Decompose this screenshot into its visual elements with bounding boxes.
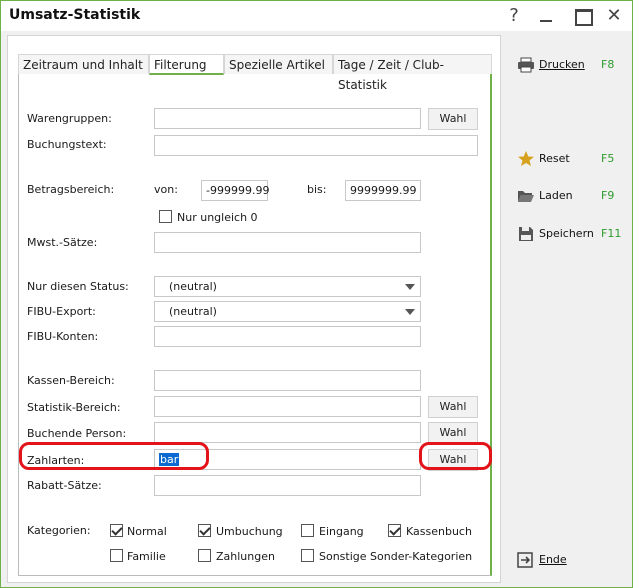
mwst-field[interactable] — [154, 232, 421, 253]
kassen-bereich-field[interactable] — [154, 370, 421, 391]
kategorie-umbuchung-checkbox[interactable] — [198, 524, 211, 537]
reset-hotkey: F5 — [601, 152, 615, 165]
tab-filterung[interactable]: Filterung — [149, 54, 224, 75]
tab-tage-zeit-club-statistik[interactable]: Tage / Zeit / Club-Statistik — [333, 54, 492, 92]
star-icon — [518, 151, 534, 166]
statistik-bereich-field[interactable] — [154, 396, 421, 417]
statistik-bereich-wahl-button[interactable]: Wahl — [428, 396, 478, 418]
drucken-hotkey: F8 — [601, 58, 615, 71]
statistik-bereich-label: Statistik-Bereich: — [27, 401, 121, 414]
buchende-person-label: Buchende Person: — [27, 427, 127, 440]
laden-label: Laden — [539, 189, 573, 202]
filterung-content: Warengruppen: Wahl Buchungstext: Betrags… — [18, 74, 492, 576]
buchungstext-label: Buchungstext: — [27, 138, 107, 151]
bis-label: bis: — [307, 183, 327, 196]
laden-hotkey: F9 — [601, 189, 615, 202]
title-bar: Umsatz-Statistik ? ✕ — [1, 1, 632, 31]
umsatz-statistik-window: Umsatz-Statistik ? ✕ Zeitraum und Inhalt… — [0, 0, 633, 588]
status-select[interactable]: (neutral) — [154, 276, 421, 297]
buchende-person-wahl-button[interactable]: Wahl — [428, 422, 478, 444]
minimize-button[interactable] — [533, 4, 559, 28]
window-title: Umsatz-Statistik — [9, 7, 141, 23]
tab-zeitraum-und-inhalt[interactable]: Zeitraum und Inhalt — [18, 54, 149, 74]
ende-label: Ende — [539, 553, 567, 566]
kategorie-familie-checkbox[interactable] — [110, 549, 123, 562]
nur-ungleich-checkbox[interactable] — [159, 210, 172, 223]
close-button[interactable]: ✕ — [601, 4, 627, 28]
kategorie-normal-label: Normal — [127, 525, 167, 538]
status-label: Nur diesen Status: — [27, 280, 129, 293]
folder-open-icon — [518, 191, 534, 202]
buchungstext-field[interactable] — [154, 135, 478, 156]
rabatt-label: Rabatt-Sätze: — [27, 479, 102, 492]
kassen-bereich-label: Kassen-Bereich: — [27, 374, 115, 387]
fibu-export-label: FIBU-Export: — [27, 305, 96, 318]
von-field[interactable]: -999999.99 — [201, 180, 269, 201]
speichern-button[interactable]: Speichern F11 — [517, 224, 629, 246]
chevron-down-icon[interactable] — [400, 277, 420, 296]
maximize-button[interactable] — [569, 4, 595, 28]
kategorie-zahlungen-label: Zahlungen — [216, 550, 275, 563]
fibu-export-select[interactable]: (neutral) — [154, 301, 421, 322]
ende-button[interactable]: Ende — [517, 550, 597, 572]
reset-label: Reset — [539, 152, 570, 165]
kategorie-umbuchung-label: Umbuchung — [216, 525, 283, 538]
zahlarten-wahl-highlight — [419, 442, 492, 470]
kategorie-sonstige-label: Sonstige Sonder-Kategorien — [319, 550, 473, 563]
exit-icon — [517, 552, 533, 568]
kategorie-zahlungen-checkbox[interactable] — [198, 549, 211, 562]
drucken-label: Drucken — [539, 58, 585, 71]
speichern-label: Speichern — [539, 227, 594, 240]
printer-icon — [518, 57, 534, 73]
warengruppen-wahl-button[interactable]: Wahl — [428, 108, 478, 130]
reset-button[interactable]: Reset F5 — [517, 149, 629, 171]
kategorie-normal-checkbox[interactable] — [110, 524, 123, 537]
floppy-disk-icon — [519, 227, 533, 241]
status-select-value: (neutral) — [169, 280, 217, 293]
warengruppen-field[interactable] — [154, 108, 421, 129]
tab-bar: Zeitraum und Inhalt Filterung Spezielle … — [18, 54, 492, 92]
drucken-button[interactable]: Drucken F8 — [517, 55, 629, 77]
help-button[interactable]: ? — [501, 4, 527, 28]
speichern-hotkey: F11 — [601, 227, 622, 240]
bis-field[interactable]: 9999999.99 — [345, 180, 421, 201]
kategorie-kassenbuch-label: Kassenbuch — [406, 525, 472, 538]
fibu-konten-label: FIBU-Konten: — [27, 330, 99, 343]
mwst-label: Mwst.-Sätze: — [27, 236, 98, 249]
betragsbereich-label: Betragsbereich: — [27, 183, 115, 196]
tab-spezielle-artikel[interactable]: Spezielle Artikel — [224, 54, 333, 74]
kategorien-label: Kategorien: — [27, 524, 91, 537]
laden-button[interactable]: Laden F9 — [517, 186, 629, 208]
kategorie-sonstige-checkbox[interactable] — [301, 549, 314, 562]
kategorie-familie-label: Familie — [127, 550, 166, 563]
rabatt-field[interactable] — [154, 475, 421, 496]
fibu-export-select-value: (neutral) — [169, 305, 217, 318]
von-label: von: — [154, 183, 178, 196]
fibu-konten-field[interactable] — [154, 326, 421, 347]
kategorie-eingang-checkbox[interactable] — [301, 524, 314, 537]
action-sidebar: Drucken F8 Reset F5 Laden F9 Speichern F… — [503, 35, 631, 583]
main-panel: Zeitraum und Inhalt Filterung Spezielle … — [7, 35, 501, 583]
nur-ungleich-label: Nur ungleich 0 — [177, 211, 258, 224]
buchende-person-field[interactable] — [154, 422, 421, 443]
kategorie-eingang-label: Eingang — [319, 525, 364, 538]
chevron-down-icon[interactable] — [400, 302, 420, 321]
warengruppen-label: Warengruppen: — [27, 112, 112, 125]
kategorie-kassenbuch-checkbox[interactable] — [388, 524, 401, 537]
zahlarten-highlight — [19, 442, 209, 470]
